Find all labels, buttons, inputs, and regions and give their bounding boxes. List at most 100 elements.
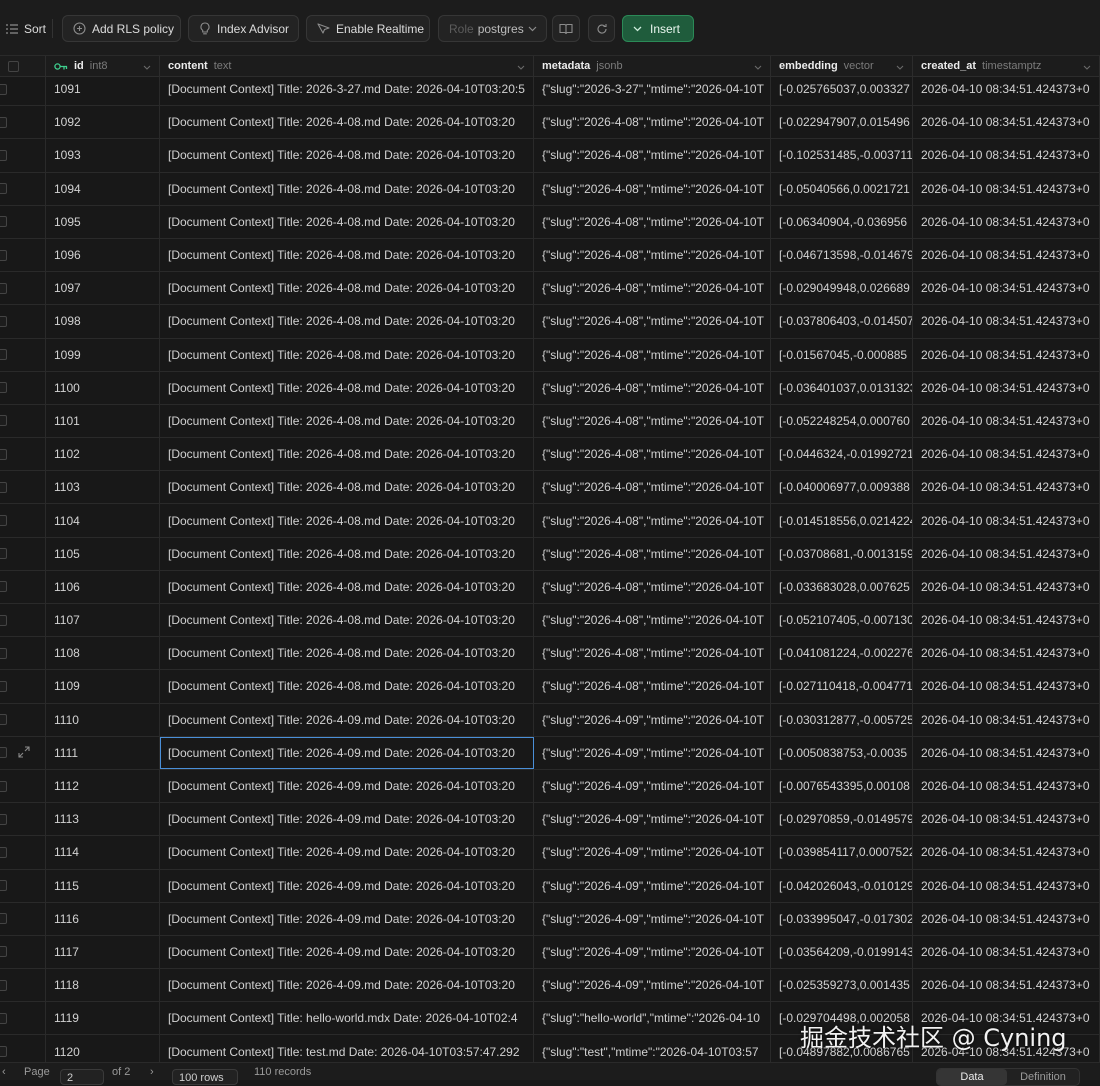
row-select-cell[interactable] bbox=[0, 836, 46, 869]
cell-content[interactable]: [Document Context] Title: 2026-4-08.md D… bbox=[160, 471, 534, 504]
cell-id[interactable]: 1092 bbox=[46, 106, 160, 139]
cell-metadata[interactable]: {"slug":"2026-4-08","mtime":"2026-04-10T bbox=[534, 471, 771, 504]
chevron-down-icon[interactable] bbox=[754, 61, 762, 73]
row-checkbox[interactable] bbox=[0, 647, 7, 659]
cell-metadata[interactable]: {"slug":"2026-4-08","mtime":"2026-04-10T bbox=[534, 238, 771, 272]
table-row[interactable]: 1094 [Document Context] Title: 2026-4-08.… bbox=[0, 172, 1100, 206]
cell-id[interactable]: 1117 bbox=[46, 935, 160, 969]
cell-id[interactable]: 1097 bbox=[46, 272, 160, 305]
cell-metadata[interactable]: {"slug":"2026-4-08","mtime":"2026-04-10T bbox=[534, 305, 771, 338]
view-definition-tab[interactable]: Definition bbox=[1007, 1069, 1079, 1085]
row-checkbox[interactable] bbox=[0, 249, 7, 261]
cell-embedding[interactable]: [-0.039854117,0.0007522 bbox=[771, 836, 913, 869]
row-checkbox[interactable] bbox=[0, 581, 7, 593]
cell-created-at[interactable]: 2026-04-10 08:34:51.424373+0 bbox=[913, 736, 1100, 769]
cell-content[interactable]: [Document Context] Title: 2026-4-09.md D… bbox=[160, 969, 534, 1002]
cell-content[interactable]: [Document Context] Title: 2026-4-09.md D… bbox=[160, 736, 534, 769]
table-row[interactable]: 1109 [Document Context] Title: 2026-4-08.… bbox=[0, 670, 1100, 704]
cell-metadata[interactable]: {"slug":"2026-4-08","mtime":"2026-04-10T bbox=[534, 205, 771, 238]
cell-id[interactable]: 1115 bbox=[46, 869, 160, 902]
row-select-cell[interactable] bbox=[0, 736, 46, 769]
table-row[interactable]: 1118 [Document Context] Title: 2026-4-09.… bbox=[0, 969, 1100, 1003]
select-all-checkbox[interactable] bbox=[8, 60, 19, 72]
cell-content[interactable]: [Document Context] Title: hello-world.md… bbox=[160, 1002, 534, 1035]
row-select-cell[interactable] bbox=[0, 703, 46, 736]
chevron-left-icon[interactable]: ‹ bbox=[2, 1066, 6, 1078]
sort-button[interactable]: Sort bbox=[2, 15, 50, 42]
row-checkbox[interactable] bbox=[0, 83, 7, 95]
cell-created-at[interactable]: 2026-04-10 08:34:51.424373+0 bbox=[913, 537, 1100, 570]
cell-content[interactable]: [Document Context] Title: 2026-4-09.md D… bbox=[160, 869, 534, 902]
column-header-id[interactable]: id int8 bbox=[46, 56, 160, 76]
row-checkbox[interactable] bbox=[0, 481, 7, 493]
table-row[interactable]: 1102 [Document Context] Title: 2026-4-08.… bbox=[0, 438, 1100, 472]
docs-button[interactable] bbox=[552, 15, 580, 42]
row-select-cell[interactable] bbox=[0, 172, 46, 205]
cell-embedding[interactable]: [-0.025765037,0.003327 bbox=[771, 73, 913, 106]
row-checkbox[interactable] bbox=[0, 846, 7, 858]
cell-created-at[interactable]: 2026-04-10 08:34:51.424373+0 bbox=[913, 670, 1100, 703]
cell-metadata[interactable]: {"slug":"2026-4-08","mtime":"2026-04-10T bbox=[534, 537, 771, 570]
cell-embedding[interactable]: [-0.102531485,-0.0037113 bbox=[771, 139, 913, 172]
cell-embedding[interactable]: [-0.042026043,-0.010129 bbox=[771, 869, 913, 902]
cell-id[interactable]: 1111 bbox=[46, 736, 160, 769]
cell-metadata[interactable]: {"slug":"2026-4-08","mtime":"2026-04-10T bbox=[534, 570, 771, 603]
chevron-right-icon[interactable]: › bbox=[150, 1066, 154, 1078]
row-select-cell[interactable] bbox=[0, 604, 46, 637]
add-rls-policy-button[interactable]: Add RLS policy bbox=[62, 15, 181, 42]
cell-created-at[interactable]: 2026-04-10 08:34:51.424373+0 bbox=[913, 902, 1100, 935]
cell-metadata[interactable]: {"slug":"2026-4-09","mtime":"2026-04-10T bbox=[534, 769, 771, 803]
column-header-created-at[interactable]: created_at timestamptz bbox=[913, 56, 1100, 76]
cell-created-at[interactable]: 2026-04-10 08:34:51.424373+0 bbox=[913, 404, 1100, 438]
refresh-button[interactable] bbox=[588, 15, 615, 42]
cell-created-at[interactable]: 2026-04-10 08:34:51.424373+0 bbox=[913, 73, 1100, 106]
row-select-cell[interactable] bbox=[0, 73, 46, 106]
cell-created-at[interactable]: 2026-04-10 08:34:51.424373+0 bbox=[913, 139, 1100, 172]
row-checkbox[interactable] bbox=[0, 349, 7, 361]
cell-embedding[interactable]: [-0.022947907,0.015496 bbox=[771, 106, 913, 139]
cell-content[interactable]: [Document Context] Title: 2026-4-09.md D… bbox=[160, 836, 534, 869]
cell-content[interactable]: [Document Context] Title: 2026-4-08.md D… bbox=[160, 338, 534, 371]
table-row[interactable]: 1101 [Document Context] Title: 2026-4-08.… bbox=[0, 404, 1100, 439]
table-row[interactable]: 1107 [Document Context] Title: 2026-4-08.… bbox=[0, 604, 1100, 638]
rows-per-page-select[interactable]: 100 rows bbox=[172, 1069, 238, 1085]
cell-id[interactable]: 1103 bbox=[46, 471, 160, 504]
table-row[interactable]: 1114 [Document Context] Title: 2026-4-09.… bbox=[0, 836, 1100, 870]
cell-id[interactable]: 1112 bbox=[46, 769, 160, 803]
cell-id[interactable]: 1096 bbox=[46, 238, 160, 272]
cell-metadata[interactable]: {"slug":"2026-4-09","mtime":"2026-04-10T bbox=[534, 736, 771, 769]
cell-content[interactable]: [Document Context] Title: 2026-4-08.md D… bbox=[160, 205, 534, 238]
cell-metadata[interactable]: {"slug":"2026-4-08","mtime":"2026-04-10T bbox=[534, 106, 771, 139]
cell-id[interactable]: 1110 bbox=[46, 703, 160, 736]
cell-metadata[interactable]: {"slug":"2026-4-09","mtime":"2026-04-10T bbox=[534, 803, 771, 836]
cell-embedding[interactable]: [-0.040006977,0.009388 bbox=[771, 471, 913, 504]
cell-content[interactable]: [Document Context] Title: 2026-4-09.md D… bbox=[160, 803, 534, 836]
cell-embedding[interactable]: [-0.052248254,0.000760 bbox=[771, 404, 913, 438]
cell-created-at[interactable]: 2026-04-10 08:34:51.424373+0 bbox=[913, 604, 1100, 637]
cell-embedding[interactable]: [-0.027110418,-0.0047717 bbox=[771, 670, 913, 703]
cell-id[interactable]: 1109 bbox=[46, 670, 160, 703]
view-data-tab[interactable]: Data bbox=[937, 1069, 1007, 1085]
cell-id[interactable]: 1118 bbox=[46, 969, 160, 1002]
row-select-cell[interactable] bbox=[0, 969, 46, 1002]
row-select-cell[interactable] bbox=[0, 803, 46, 836]
cell-id[interactable]: 1114 bbox=[46, 836, 160, 869]
cell-metadata[interactable]: {"slug":"2026-4-08","mtime":"2026-04-10T bbox=[534, 504, 771, 537]
row-checkbox[interactable] bbox=[0, 415, 7, 427]
cell-metadata[interactable]: {"slug":"2026-4-08","mtime":"2026-04-10T bbox=[534, 670, 771, 703]
cell-created-at[interactable]: 2026-04-10 08:34:51.424373+0 bbox=[913, 803, 1100, 836]
cell-metadata[interactable]: {"slug":"test","mtime":"2026-04-10T03:57 bbox=[534, 1035, 771, 1062]
cell-created-at[interactable]: 2026-04-10 08:34:51.424373+0 bbox=[913, 238, 1100, 272]
row-select-cell[interactable] bbox=[0, 869, 46, 902]
row-checkbox[interactable] bbox=[0, 880, 7, 892]
cell-id[interactable]: 1093 bbox=[46, 139, 160, 172]
table-row[interactable]: 1100 [Document Context] Title: 2026-4-08.… bbox=[0, 371, 1100, 405]
cell-content[interactable]: [Document Context] Title: 2026-4-09.md D… bbox=[160, 769, 534, 803]
cell-metadata[interactable]: {"slug":"2026-4-09","mtime":"2026-04-10T bbox=[534, 836, 771, 869]
cell-embedding[interactable]: [-0.0446324,-0.01992721 bbox=[771, 438, 913, 471]
row-select-cell[interactable] bbox=[0, 139, 46, 172]
row-checkbox[interactable] bbox=[0, 913, 7, 925]
cell-metadata[interactable]: {"slug":"2026-4-08","mtime":"2026-04-10T bbox=[534, 139, 771, 172]
row-checkbox[interactable] bbox=[0, 1012, 7, 1024]
cell-content[interactable]: [Document Context] Title: 2026-4-08.md D… bbox=[160, 139, 534, 172]
